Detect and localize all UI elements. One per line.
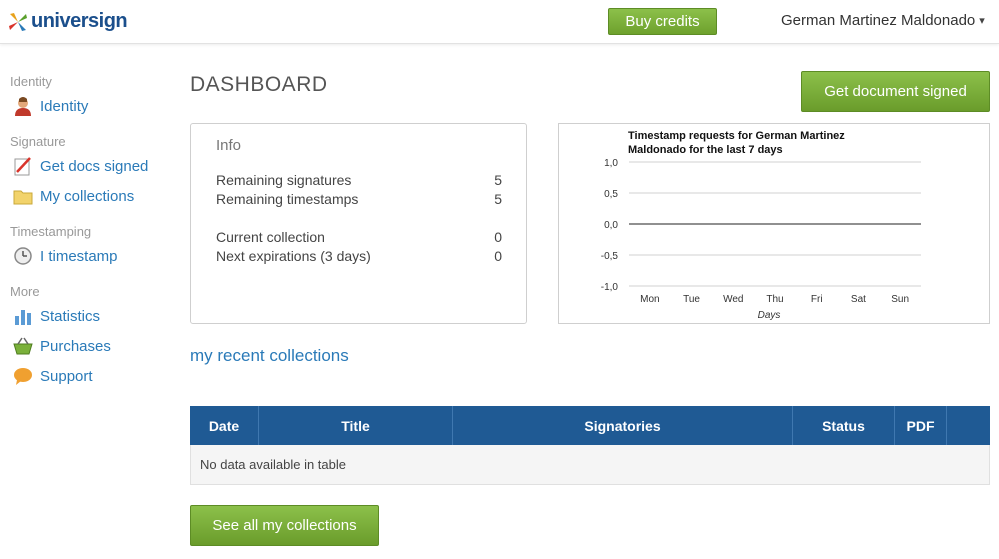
- info-label: Remaining signatures: [216, 172, 352, 188]
- y-tick-label: 0,5: [604, 189, 618, 200]
- x-tick-label: Tue: [683, 294, 700, 305]
- info-panel: Info Remaining signatures 5 Remaining ti…: [190, 123, 527, 324]
- info-row-current-collection: Current collection 0: [216, 229, 502, 245]
- x-tick-label: Mon: [640, 294, 659, 305]
- sidebar-section-signature: Signature: [10, 134, 66, 149]
- speech-bubble-icon: [12, 366, 34, 386]
- top-bar: universign Buy credits German Martinez M…: [0, 0, 999, 44]
- info-row-remaining-timestamps: Remaining timestamps 5: [216, 191, 502, 207]
- clock-icon: [12, 246, 34, 266]
- sidebar-item-statistics[interactable]: Statistics: [12, 306, 100, 326]
- empty-table-message: No data available in table: [200, 457, 346, 472]
- table-header: Date Title Signatories Status PDF: [190, 406, 990, 445]
- sidebar-item-identity[interactable]: Identity: [12, 96, 88, 116]
- timestamp-chart-panel: 1,0 0,5 0,0 -0,5 -1,0 Mon Tue Wed Thu Fri Sat Sun Da…: [558, 123, 990, 324]
- user-name: German Martinez Maldonado: [781, 12, 976, 29]
- see-all-collections-button[interactable]: See all my collections: [190, 505, 379, 546]
- sidebar-item-label: My collections: [40, 187, 135, 205]
- info-title: Info: [216, 137, 242, 154]
- page-title: DASHBOARD: [190, 73, 328, 96]
- sidebar-item-i-timestamp[interactable]: I timestamp: [12, 246, 118, 266]
- x-tick-label: Wed: [723, 294, 743, 305]
- sidebar: Identity Identity Signature Get docs sig…: [0, 44, 170, 559]
- column-header-title[interactable]: Title: [259, 406, 453, 445]
- sidebar-item-my-collections[interactable]: My collections: [12, 186, 134, 206]
- universign-logo[interactable]: universign: [8, 10, 128, 33]
- get-document-signed-button[interactable]: Get document signed: [801, 71, 990, 112]
- recent-collections-title[interactable]: my recent collections: [190, 346, 349, 366]
- column-header-pdf[interactable]: PDF: [895, 406, 947, 445]
- info-label: Next expirations (3 days): [216, 248, 371, 264]
- x-axis-label: Days: [758, 310, 781, 321]
- info-label: Current collection: [216, 229, 325, 245]
- info-label: Remaining timestamps: [216, 191, 359, 207]
- x-tick-label: Thu: [766, 294, 783, 305]
- logo-text: universign: [31, 10, 128, 32]
- x-tick-label: Sun: [891, 294, 909, 305]
- basket-icon: [12, 336, 34, 356]
- collections-table: Date Title Signatories Status PDF No dat…: [190, 406, 990, 485]
- user-menu[interactable]: German Martinez Maldonado ▾: [781, 12, 985, 29]
- column-header-signatories[interactable]: Signatories: [453, 406, 793, 445]
- y-tick-label: 1,0: [604, 158, 618, 169]
- y-tick-label: -0,5: [601, 251, 619, 262]
- sidebar-item-get-docs-signed[interactable]: Get docs signed: [12, 156, 148, 176]
- sidebar-item-label: Support: [40, 367, 93, 385]
- sidebar-item-label: Get docs signed: [40, 157, 149, 175]
- info-value: 5: [494, 191, 502, 207]
- info-value: 5: [494, 172, 502, 188]
- column-header-actions: [947, 406, 990, 445]
- table-row: No data available in table: [190, 445, 990, 485]
- sidebar-item-label: I timestamp: [40, 247, 118, 265]
- x-tick-label: Fri: [811, 294, 823, 305]
- bar-chart-icon: [12, 306, 34, 326]
- info-value: 0: [494, 229, 502, 245]
- folder-icon: [12, 186, 34, 206]
- sidebar-section-identity: Identity: [10, 74, 52, 89]
- sidebar-item-purchases[interactable]: Purchases: [12, 336, 111, 356]
- sidebar-section-more: More: [10, 284, 40, 299]
- buy-credits-button[interactable]: Buy credits: [608, 8, 717, 35]
- info-row-next-expirations: Next expirations (3 days) 0: [216, 248, 502, 264]
- sidebar-item-label: Statistics: [40, 307, 101, 325]
- column-header-status[interactable]: Status: [793, 406, 895, 445]
- sidebar-section-timestamping: Timestamping: [10, 224, 92, 239]
- info-row-remaining-signatures: Remaining signatures 5: [216, 172, 502, 188]
- chart-title: Timestamp requests for German Martinez M…: [628, 130, 845, 156]
- y-tick-label: -1,0: [601, 282, 619, 293]
- user-icon: [12, 96, 34, 116]
- chevron-down-icon: ▾: [979, 15, 985, 27]
- pen-document-icon: [12, 156, 34, 176]
- sidebar-item-label: Identity: [40, 97, 89, 115]
- logo-mark-icon: [9, 12, 27, 31]
- y-tick-label: 0,0: [604, 220, 618, 231]
- column-header-date[interactable]: Date: [190, 406, 259, 445]
- x-tick-label: Sat: [851, 294, 866, 305]
- sidebar-item-label: Purchases: [40, 337, 111, 355]
- sidebar-item-support[interactable]: Support: [12, 366, 93, 386]
- info-value: 0: [494, 248, 502, 264]
